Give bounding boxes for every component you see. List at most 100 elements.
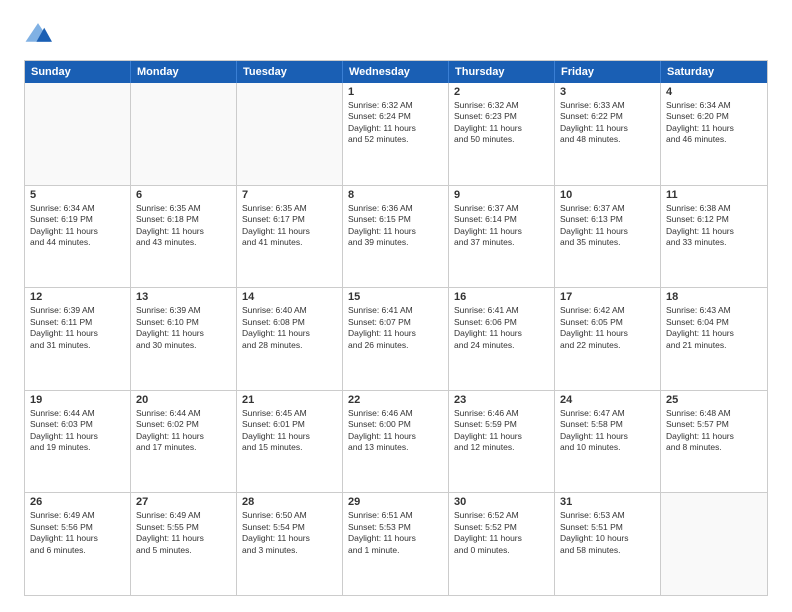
calendar-cell: 14 Sunrise: 6:40 AM Sunset: 6:08 PM Dayli… — [237, 288, 343, 390]
calendar-cell: 29 Sunrise: 6:51 AM Sunset: 5:53 PM Dayli… — [343, 493, 449, 595]
cell-info: Sunrise: 6:44 AM Sunset: 6:03 PM Dayligh… — [30, 408, 125, 454]
cell-info: Sunrise: 6:37 AM Sunset: 6:13 PM Dayligh… — [560, 203, 655, 249]
calendar-cell: 20 Sunrise: 6:44 AM Sunset: 6:02 PM Dayli… — [131, 391, 237, 493]
calendar-cell: 3 Sunrise: 6:33 AM Sunset: 6:22 PM Daylig… — [555, 83, 661, 185]
cell-info: Sunrise: 6:35 AM Sunset: 6:17 PM Dayligh… — [242, 203, 337, 249]
day-number: 29 — [348, 496, 443, 508]
calendar-cell — [25, 83, 131, 185]
calendar-cell: 17Sunrise: 6:42 AM Sunset: 6:05 PM Dayli… — [555, 288, 661, 390]
calendar-cell: 9 Sunrise: 6:37 AM Sunset: 6:14 PM Daylig… — [449, 186, 555, 288]
calendar-cell: 28 Sunrise: 6:50 AM Sunset: 5:54 PM Dayli… — [237, 493, 343, 595]
day-number: 7 — [242, 189, 337, 201]
day-number: 15 — [348, 291, 443, 303]
header — [24, 20, 768, 48]
day-number: 2 — [454, 86, 549, 98]
logo — [24, 20, 56, 48]
calendar-cell: 21 Sunrise: 6:45 AM Sunset: 6:01 PM Dayli… — [237, 391, 343, 493]
cell-info: Sunrise: 6:32 AM Sunset: 6:24 PM Dayligh… — [348, 100, 443, 146]
day-number: 23 — [454, 394, 549, 406]
day-number: 12 — [30, 291, 125, 303]
cell-info: Sunrise: 6:33 AM Sunset: 6:22 PM Dayligh… — [560, 100, 655, 146]
header-cell-wednesday: Wednesday — [343, 61, 449, 83]
day-number: 6 — [136, 189, 231, 201]
calendar-cell: 5 Sunrise: 6:34 AM Sunset: 6:19 PM Daylig… — [25, 186, 131, 288]
day-number: 31 — [560, 496, 655, 508]
cell-info: Sunrise: 6:50 AM Sunset: 5:54 PM Dayligh… — [242, 510, 337, 556]
calendar-header: SundayMondayTuesdayWednesdayThursdayFrid… — [25, 61, 767, 83]
calendar-cell: 23 Sunrise: 6:46 AM Sunset: 5:59 PM Dayli… — [449, 391, 555, 493]
day-number: 10 — [560, 189, 655, 201]
calendar-cell: 1 Sunrise: 6:32 AM Sunset: 6:24 PM Daylig… — [343, 83, 449, 185]
calendar-cell: 10 Sunrise: 6:37 AM Sunset: 6:13 PM Dayli… — [555, 186, 661, 288]
cell-info: Sunrise: 6:36 AM Sunset: 6:15 PM Dayligh… — [348, 203, 443, 249]
calendar-cell: 6 Sunrise: 6:35 AM Sunset: 6:18 PM Daylig… — [131, 186, 237, 288]
day-number: 25 — [666, 394, 762, 406]
calendar-row: 1 Sunrise: 6:32 AM Sunset: 6:24 PM Daylig… — [25, 83, 767, 185]
day-number: 9 — [454, 189, 549, 201]
calendar-cell: 18Sunrise: 6:43 AM Sunset: 6:04 PM Dayli… — [661, 288, 767, 390]
day-number: 16 — [454, 291, 549, 303]
calendar-cell — [237, 83, 343, 185]
day-number: 22 — [348, 394, 443, 406]
cell-info: Sunrise: 6:40 AM Sunset: 6:08 PM Dayligh… — [242, 305, 337, 351]
cell-info: Sunrise: 6:45 AM Sunset: 6:01 PM Dayligh… — [242, 408, 337, 454]
calendar-cell: 30Sunrise: 6:52 AM Sunset: 5:52 PM Dayli… — [449, 493, 555, 595]
cell-info: Sunrise: 6:35 AM Sunset: 6:18 PM Dayligh… — [136, 203, 231, 249]
calendar-cell: 16 Sunrise: 6:41 AM Sunset: 6:06 PM Dayli… — [449, 288, 555, 390]
day-number: 14 — [242, 291, 337, 303]
cell-info: Sunrise: 6:34 AM Sunset: 6:19 PM Dayligh… — [30, 203, 125, 249]
calendar: SundayMondayTuesdayWednesdayThursdayFrid… — [24, 60, 768, 596]
header-cell-saturday: Saturday — [661, 61, 767, 83]
day-number: 28 — [242, 496, 337, 508]
day-number: 3 — [560, 86, 655, 98]
header-cell-friday: Friday — [555, 61, 661, 83]
cell-info: Sunrise: 6:42 AM Sunset: 6:05 PM Dayligh… — [560, 305, 655, 351]
calendar-cell: 8 Sunrise: 6:36 AM Sunset: 6:15 PM Daylig… — [343, 186, 449, 288]
calendar-cell: 13Sunrise: 6:39 AM Sunset: 6:10 PM Dayli… — [131, 288, 237, 390]
day-number: 18 — [666, 291, 762, 303]
header-cell-thursday: Thursday — [449, 61, 555, 83]
day-number: 8 — [348, 189, 443, 201]
day-number: 21 — [242, 394, 337, 406]
page: SundayMondayTuesdayWednesdayThursdayFrid… — [0, 0, 792, 612]
cell-info: Sunrise: 6:51 AM Sunset: 5:53 PM Dayligh… — [348, 510, 443, 556]
cell-info: Sunrise: 6:41 AM Sunset: 6:06 PM Dayligh… — [454, 305, 549, 351]
day-number: 1 — [348, 86, 443, 98]
calendar-row: 19 Sunrise: 6:44 AM Sunset: 6:03 PM Dayli… — [25, 390, 767, 493]
day-number: 5 — [30, 189, 125, 201]
cell-info: Sunrise: 6:41 AM Sunset: 6:07 PM Dayligh… — [348, 305, 443, 351]
calendar-cell — [661, 493, 767, 595]
calendar-body: 1 Sunrise: 6:32 AM Sunset: 6:24 PM Daylig… — [25, 83, 767, 595]
cell-info: Sunrise: 6:38 AM Sunset: 6:12 PM Dayligh… — [666, 203, 762, 249]
day-number: 20 — [136, 394, 231, 406]
cell-info: Sunrise: 6:39 AM Sunset: 6:10 PM Dayligh… — [136, 305, 231, 351]
cell-info: Sunrise: 6:37 AM Sunset: 6:14 PM Dayligh… — [454, 203, 549, 249]
calendar-cell: 19 Sunrise: 6:44 AM Sunset: 6:03 PM Dayli… — [25, 391, 131, 493]
day-number: 26 — [30, 496, 125, 508]
calendar-cell: 12 Sunrise: 6:39 AM Sunset: 6:11 PM Dayli… — [25, 288, 131, 390]
calendar-cell: 4Sunrise: 6:34 AM Sunset: 6:20 PM Daylig… — [661, 83, 767, 185]
calendar-row: 12 Sunrise: 6:39 AM Sunset: 6:11 PM Dayli… — [25, 287, 767, 390]
header-cell-monday: Monday — [131, 61, 237, 83]
cell-info: Sunrise: 6:47 AM Sunset: 5:58 PM Dayligh… — [560, 408, 655, 454]
cell-info: Sunrise: 6:46 AM Sunset: 6:00 PM Dayligh… — [348, 408, 443, 454]
calendar-cell: 24 Sunrise: 6:47 AM Sunset: 5:58 PM Dayli… — [555, 391, 661, 493]
day-number: 4 — [666, 86, 762, 98]
calendar-cell: 7 Sunrise: 6:35 AM Sunset: 6:17 PM Daylig… — [237, 186, 343, 288]
cell-info: Sunrise: 6:53 AM Sunset: 5:51 PM Dayligh… — [560, 510, 655, 556]
cell-info: Sunrise: 6:39 AM Sunset: 6:11 PM Dayligh… — [30, 305, 125, 351]
cell-info: Sunrise: 6:44 AM Sunset: 6:02 PM Dayligh… — [136, 408, 231, 454]
cell-info: Sunrise: 6:46 AM Sunset: 5:59 PM Dayligh… — [454, 408, 549, 454]
header-cell-tuesday: Tuesday — [237, 61, 343, 83]
day-number: 24 — [560, 394, 655, 406]
day-number: 30 — [454, 496, 549, 508]
logo-icon — [24, 20, 52, 48]
calendar-cell: 15 Sunrise: 6:41 AM Sunset: 6:07 PM Dayli… — [343, 288, 449, 390]
calendar-cell: 26Sunrise: 6:49 AM Sunset: 5:56 PM Dayli… — [25, 493, 131, 595]
calendar-cell: 31 Sunrise: 6:53 AM Sunset: 5:51 PM Dayli… — [555, 493, 661, 595]
calendar-row: 26Sunrise: 6:49 AM Sunset: 5:56 PM Dayli… — [25, 492, 767, 595]
cell-info: Sunrise: 6:49 AM Sunset: 5:55 PM Dayligh… — [136, 510, 231, 556]
calendar-row: 5 Sunrise: 6:34 AM Sunset: 6:19 PM Daylig… — [25, 185, 767, 288]
day-number: 19 — [30, 394, 125, 406]
day-number: 11 — [666, 189, 762, 201]
